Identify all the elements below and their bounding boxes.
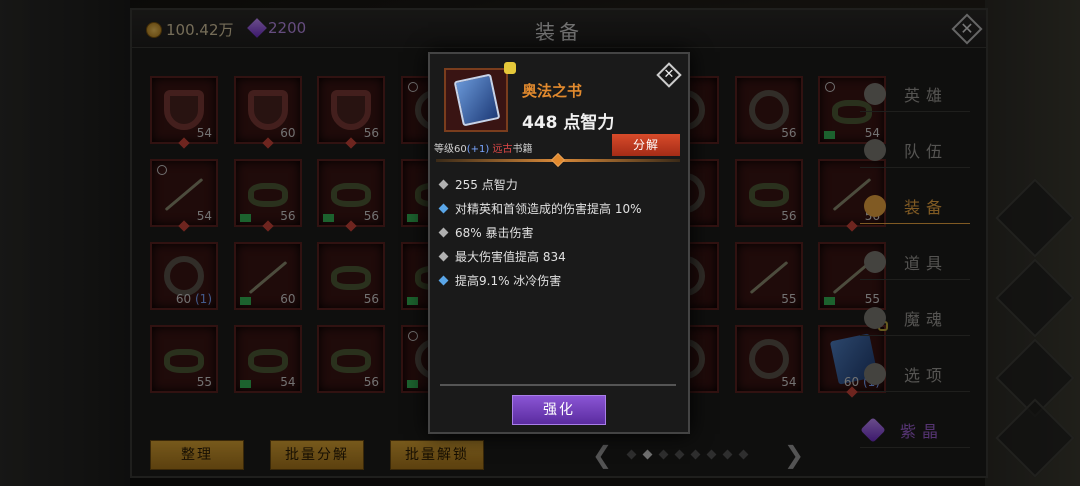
enhance-button[interactable]: 强化 [512,395,606,425]
item-level: 等级60 [434,144,467,155]
bullet-icon [438,227,449,237]
divider-bar [436,152,680,168]
bullet-icon [438,179,449,189]
divider-knob-icon [550,152,566,168]
item-category: 书籍 [512,144,533,155]
item-subtitle: 等级60(+1) 远古书籍 [434,140,532,155]
attribute-text: 最大伤害值提高 834 [455,249,566,264]
bullet-icon [438,251,449,261]
attribute-row: 提高9.1% 冰冷伤害 [438,268,642,292]
attribute-text: 对精英和首领造成的伤害提高 10% [455,201,642,216]
attribute-row: 对精英和首领造成的伤害提高 10% [438,196,642,220]
bullet-icon [438,203,449,213]
divider [440,384,676,386]
attribute-list: 255 点智力对精英和首领造成的伤害提高 10% 68% 暴击伤害最大伤害值提高 … [438,172,642,292]
item-level-plus: (+1) [466,144,490,155]
bullet-icon [438,275,449,285]
attribute-row: 最大伤害值提高 834 [438,244,642,268]
item-quality: 远古 [492,144,513,155]
attribute-text: 提高9.1% 冰冷伤害 [455,273,562,288]
item-main-stat: 448 点智力 [522,113,615,133]
item-name: 奥法之书 [522,82,583,100]
attribute-text: 255 点智力 [455,177,518,192]
book-icon [453,73,501,127]
attribute-row: 255 点智力 [438,172,642,196]
dismantle-button[interactable]: 分解 [612,134,680,156]
item-icon-frame [444,68,508,132]
popup-close-button[interactable]: ✕ [656,62,682,88]
lock-icon[interactable] [504,62,516,74]
item-detail-popup: 奥法之书 448 点智力 ✕ 等级60(+1) 远古书籍 分解 255 点智力对… [428,52,690,434]
attribute-text: 68% 暴击伤害 [455,225,534,240]
attribute-row: 68% 暴击伤害 [438,220,642,244]
close-icon: ✕ [663,67,675,82]
